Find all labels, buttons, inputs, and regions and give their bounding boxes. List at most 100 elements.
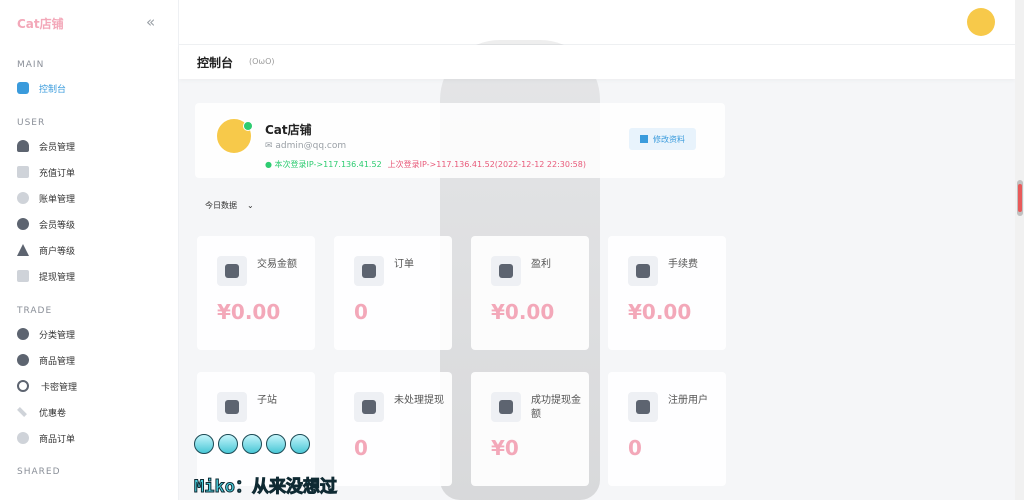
brand-logo[interactable]: Cat店铺	[17, 15, 64, 32]
stat-label: 注册用户	[668, 395, 708, 406]
sidebar-item-coupons[interactable]: 优惠卷	[17, 403, 66, 421]
dot-icon	[266, 434, 286, 454]
stat-card-substations: 子站	[197, 372, 315, 486]
profile-email-text: admin@qq.com	[275, 141, 347, 151]
sidebar-item-label: 会员管理	[39, 142, 76, 153]
sidebar-item-label: 商品管理	[39, 356, 76, 367]
loading-dots	[194, 434, 310, 454]
edit-icon	[640, 135, 648, 143]
dollar-icon	[354, 392, 384, 422]
stat-card-orders: 订单 0	[334, 236, 452, 350]
avatar[interactable]	[967, 8, 995, 36]
dot-icon	[242, 434, 262, 454]
scrollbar-thumb[interactable]	[1017, 180, 1023, 216]
stat-label: 未处理提现	[394, 395, 444, 406]
edit-profile-button[interactable]: 修改资料	[629, 128, 696, 150]
rocket-icon	[17, 244, 29, 256]
sidebar-item-dashboard[interactable]: 控制台	[17, 79, 66, 97]
stat-label: 子站	[257, 395, 277, 406]
dot-icon	[290, 434, 310, 454]
section-title-shared: SHARED	[17, 467, 61, 477]
stat-label: 手续费	[668, 259, 698, 270]
scrollbar[interactable]	[1015, 0, 1024, 500]
sidebar-item-label: 优惠卷	[39, 408, 67, 419]
stat-value: ¥0.00	[217, 300, 281, 324]
sidebar-item-label: 会员等级	[39, 220, 76, 231]
edit-profile-label: 修改资料	[653, 134, 685, 144]
last-login-ip: 上次登录IP->117.136.41.52(2022-12-12 22:30:5…	[387, 160, 586, 169]
bill-icon	[17, 192, 29, 204]
stat-label: 订单	[394, 259, 414, 270]
stat-value: ¥0.00	[491, 300, 555, 324]
bag-icon	[217, 256, 247, 286]
stat-label: 成功提现金额	[531, 395, 581, 420]
stat-label: 交易金额	[257, 259, 297, 270]
pie-icon	[491, 256, 521, 286]
sidebar-item-merchant-levels[interactable]: 商户等级	[17, 241, 75, 259]
sidebar-item-categories[interactable]: 分类管理	[17, 325, 75, 343]
sidebar-item-label: 提现管理	[39, 272, 76, 283]
product-icon	[17, 354, 29, 366]
current-login-text: 本次登录IP->117.136.41.52	[274, 160, 382, 169]
dot-icon	[194, 434, 214, 454]
order-icon	[17, 432, 29, 444]
user-icon	[17, 140, 29, 152]
dot-icon	[218, 434, 238, 454]
sidebar-item-label: 商品订单	[39, 434, 76, 445]
sidebar: Cat店铺 « MAIN 控制台 USER 会员管理 充值订单 账单管理 会员等…	[0, 0, 179, 500]
sidebar-item-card-keys[interactable]: 卡密管理	[17, 377, 77, 395]
coupon-icon	[17, 407, 27, 417]
section-title-main: MAIN	[17, 60, 45, 70]
page-title: 控制台	[197, 56, 234, 70]
house-icon	[217, 392, 247, 422]
overlay-caption: Miko：从来没想过	[194, 477, 338, 498]
date-filter-label: 今日数据	[205, 201, 237, 210]
current-login-ip: ● 本次登录IP->117.136.41.52	[265, 160, 382, 169]
gear-icon	[17, 380, 29, 392]
more-icon	[17, 270, 29, 282]
login-info: ● 本次登录IP->117.136.41.52 上次登录IP->117.136.…	[265, 159, 586, 170]
sidebar-item-bills[interactable]: 账单管理	[17, 189, 75, 207]
chevron-down-icon: ⌄	[247, 201, 254, 210]
profile-card: Cat店铺 ✉ admin@qq.com ● 本次登录IP->117.136.4…	[195, 103, 725, 178]
stat-card-fees: 手续费 ¥0.00	[608, 236, 726, 350]
sidebar-item-label: 账单管理	[39, 194, 76, 205]
filter-coin-icon	[491, 392, 521, 422]
sidebar-item-label: 分类管理	[39, 330, 76, 341]
sidebar-item-label: 充值订单	[39, 168, 76, 179]
sidebar-item-withdrawals[interactable]: 提现管理	[17, 267, 75, 285]
top-bar	[179, 0, 1015, 45]
sidebar-item-recharge[interactable]: 充值订单	[17, 163, 75, 181]
sidebar-item-label: 商户等级	[39, 246, 76, 257]
category-icon	[17, 328, 29, 340]
profile-name: Cat店铺	[265, 123, 312, 137]
sidebar-item-label: 卡密管理	[41, 382, 78, 393]
sidebar-item-label: 控制台	[39, 84, 67, 95]
stat-value: 0	[354, 300, 368, 324]
sidebar-item-member-levels[interactable]: 会员等级	[17, 215, 75, 233]
card-icon	[17, 166, 29, 178]
page-header: 控制台 (OωO)	[179, 45, 1015, 79]
stat-card-profit: 盈利 ¥0.00	[471, 236, 589, 350]
coin-icon	[628, 256, 658, 286]
page-subtitle: (OωO)	[249, 57, 275, 66]
collapse-icon[interactable]: «	[146, 13, 155, 31]
stat-value: ¥0.00	[628, 300, 692, 324]
sidebar-item-members[interactable]: 会员管理	[17, 137, 75, 155]
sidebar-item-products[interactable]: 商品管理	[17, 351, 75, 369]
dashboard-icon	[17, 82, 29, 94]
stat-card-pending-withdrawals: 未处理提现 0	[334, 372, 452, 486]
profile-email: ✉ admin@qq.com	[265, 141, 347, 151]
date-filter-dropdown[interactable]: 今日数据 ⌄	[205, 200, 254, 211]
stat-card-trade-amount: 交易金额 ¥0.00	[197, 236, 315, 350]
sidebar-item-product-orders[interactable]: 商品订单	[17, 429, 75, 447]
user-add-icon	[628, 392, 658, 422]
section-title-trade: TRADE	[17, 306, 53, 316]
level-icon	[17, 218, 29, 230]
stat-value: 0	[354, 436, 368, 460]
stat-value: ¥0	[491, 436, 519, 460]
stat-card-withdrawn-amount: 成功提现金额 ¥0	[471, 372, 589, 486]
section-title-user: USER	[17, 118, 46, 128]
pie-icon	[354, 256, 384, 286]
stat-label: 盈利	[531, 259, 551, 270]
